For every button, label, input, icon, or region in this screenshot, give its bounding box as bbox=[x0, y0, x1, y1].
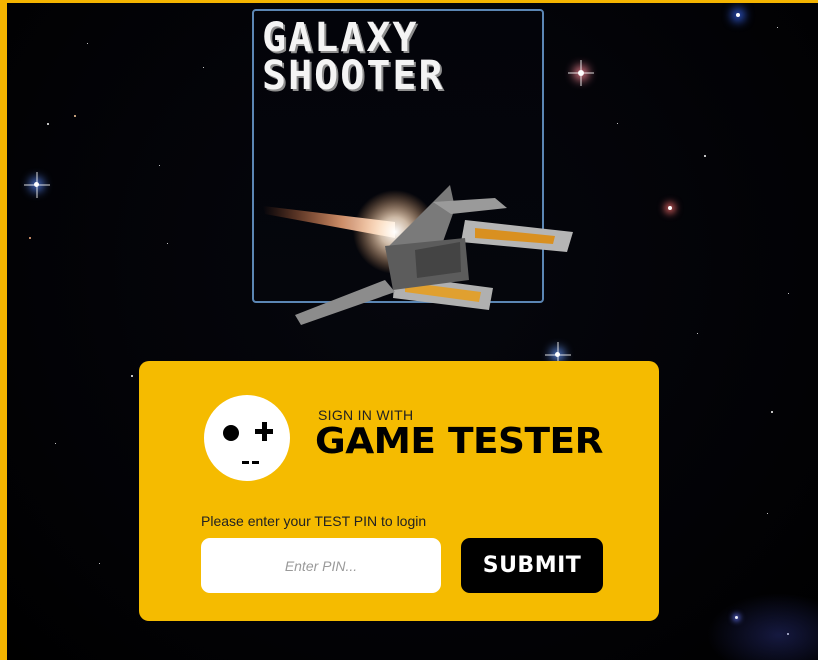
star bbox=[697, 333, 698, 334]
star bbox=[74, 115, 76, 117]
star bbox=[788, 293, 789, 294]
game-title-line2: SHOOTER bbox=[262, 53, 445, 99]
star bbox=[55, 443, 56, 444]
star bbox=[704, 155, 706, 157]
star bbox=[617, 123, 618, 124]
star bbox=[47, 123, 49, 125]
star bbox=[29, 237, 31, 239]
star-flare bbox=[570, 62, 592, 84]
star bbox=[203, 67, 204, 68]
star bbox=[736, 13, 740, 17]
star bbox=[159, 165, 160, 166]
star bbox=[767, 513, 768, 514]
game-title: GALAXY SHOOTER bbox=[262, 18, 445, 96]
star bbox=[777, 27, 778, 28]
star bbox=[771, 411, 773, 413]
submit-button[interactable]: SUBMIT bbox=[461, 538, 603, 593]
brand-name: GAME TESTER bbox=[315, 421, 603, 462]
star bbox=[87, 43, 88, 44]
login-card: SIGN IN WITH GAME TESTER Please enter yo… bbox=[139, 361, 659, 621]
star-flare bbox=[27, 175, 47, 195]
pin-prompt: Please enter your TEST PIN to login bbox=[201, 513, 427, 529]
star bbox=[99, 563, 100, 564]
spaceship-icon bbox=[255, 180, 575, 330]
star bbox=[167, 243, 168, 244]
pin-input[interactable] bbox=[201, 538, 441, 593]
star bbox=[668, 206, 672, 210]
star bbox=[131, 375, 133, 377]
controller-face-icon bbox=[204, 395, 290, 481]
nebula bbox=[707, 593, 818, 660]
